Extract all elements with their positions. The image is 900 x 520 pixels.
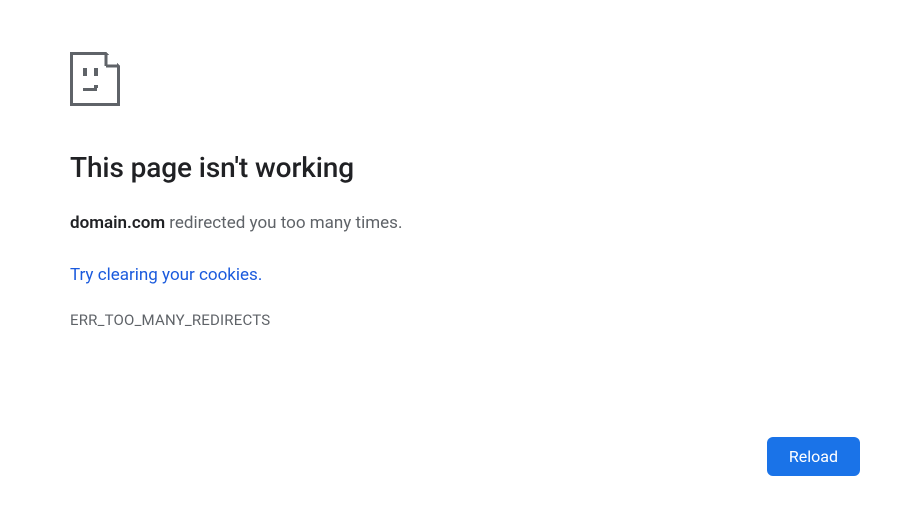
error-message: domain.com redirected you too many times…	[70, 211, 402, 237]
clear-cookies-link[interactable]: Try clearing your cookies	[70, 265, 258, 285]
suggestion-period: .	[258, 265, 262, 285]
error-message-suffix: redirected you too many times.	[165, 213, 402, 233]
page-title: This page isn't working	[70, 150, 402, 185]
sad-page-icon	[70, 52, 120, 106]
suggestion-line: Try clearing your cookies.	[70, 265, 402, 285]
reload-button[interactable]: Reload	[767, 437, 860, 476]
error-content: This page isn't working domain.com redir…	[70, 52, 402, 329]
error-code: ERR_TOO_MANY_REDIRECTS	[70, 311, 402, 329]
error-domain: domain.com	[70, 213, 165, 233]
